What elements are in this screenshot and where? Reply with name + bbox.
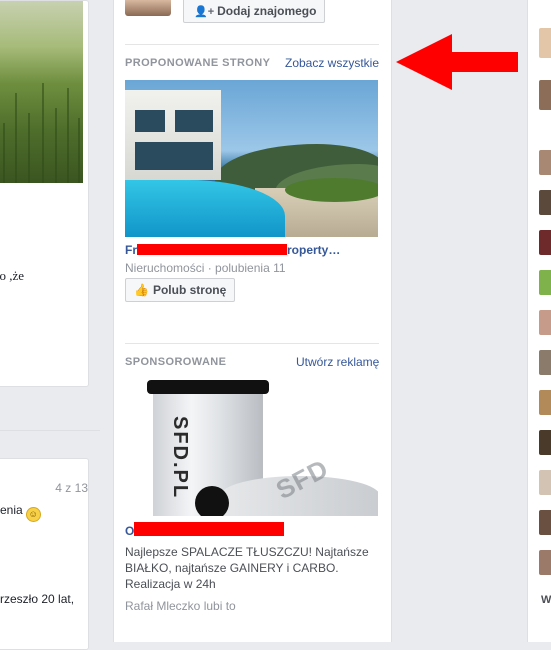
sponsored-ad-social-context: Rafał Mleczko lubi to [125,599,236,613]
sfd-logo-text: SFD.PL [169,416,191,500]
thumbs-up-icon: 👍 [134,283,149,297]
like-page-button[interactable]: 👍 Polub stronę [125,278,236,302]
chat-contact-avatar[interactable] [539,550,551,575]
section-divider [125,343,379,344]
suggested-page-name-link[interactable]: Fr roperty… [125,243,340,257]
create-ad-link[interactable]: Utwórz reklamę [296,355,379,369]
chat-contact-avatar[interactable] [539,190,551,215]
post-text-line-2: rzeszło 20 lat, [0,592,75,606]
chat-contact-avatar[interactable] [539,350,551,375]
chat-contact-avatar[interactable] [539,470,551,495]
chat-contact-avatar[interactable] [539,230,551,255]
feed-post-card: ko ,że [0,0,89,387]
sponsored-ad-image[interactable]: SFD.PL SFD [125,380,378,516]
chat-section-label: W [541,594,551,606]
right-sidebar-column: 👤+ Dodaj znajomego PROPONOWANE STRONY Zob… [113,0,392,642]
post-photo-grass[interactable] [0,1,83,183]
chat-sidebar: W [527,0,551,642]
add-friend-button[interactable]: 👤+ Dodaj znajomego [183,0,326,23]
post-timestamp[interactable]: 4 z 13 [55,481,88,495]
sponsored-ad-title-link[interactable]: O [125,522,284,538]
chat-contact-avatar[interactable] [539,430,551,455]
suggested-page-photo[interactable] [125,80,378,237]
chat-contact-avatar[interactable] [539,390,551,415]
post-text-fragment: ko ,że [0,268,25,283]
chat-contact-avatar[interactable] [539,80,551,110]
see-all-link[interactable]: Zobacz wszystkie [285,56,379,70]
feed-divider [0,430,100,431]
feed-post-card-2: 4 z 13 enia ☺ [0,458,89,650]
sponsored-ad-description: Najlepsze SPALACZE TŁUSZCZU! Najtańsze B… [125,545,369,591]
suggested-page-meta: Nieruchomości · polubienia 11 [125,261,286,275]
add-friend-icon: 👤+ [194,6,215,18]
suggested-pages-title: PROPONOWANE STRONY [125,57,271,69]
section-divider [125,44,379,45]
chat-contact-avatar[interactable] [539,310,551,335]
redaction-bar [137,244,287,255]
smiley-emoji-icon: ☺ [25,507,41,522]
red-arrow-annotation-icon [396,34,518,90]
redaction-bar [134,522,284,536]
chat-contact-avatar[interactable] [539,150,551,175]
friend-suggestion-avatar[interactable] [125,0,171,16]
chat-contact-avatar[interactable] [539,270,551,295]
chat-contact-avatar[interactable] [539,28,551,58]
sponsored-title: SPONSOROWANE [125,356,227,368]
post-text-line: enia ☺ [0,503,41,522]
chat-contact-avatar[interactable] [539,510,551,535]
